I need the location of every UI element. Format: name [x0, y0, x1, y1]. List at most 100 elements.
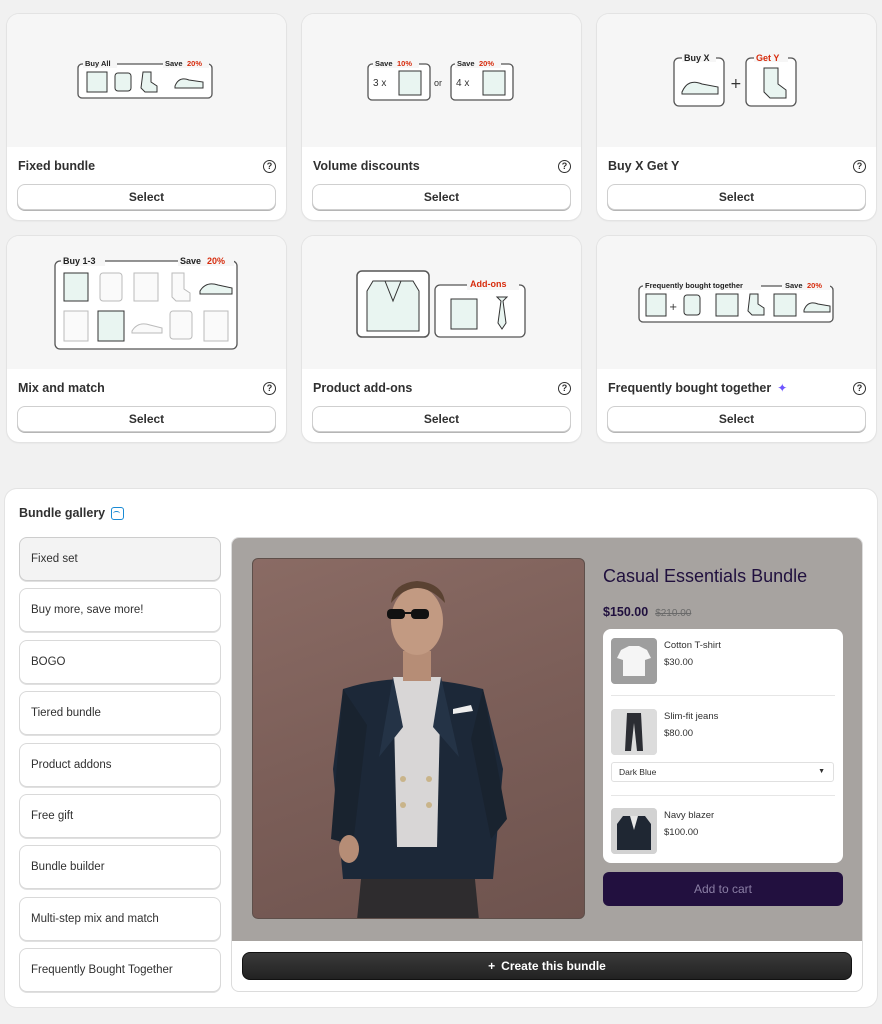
card-product-add-ons: Add-ons Product add-ons ? Select	[302, 236, 581, 442]
shirt-icon	[133, 272, 158, 301]
select-button[interactable]: Select	[17, 184, 276, 210]
quantity-label: 3 x	[373, 78, 386, 89]
help-icon[interactable]: ?	[558, 159, 571, 173]
list-item-label: Frequently Bought Together	[31, 964, 173, 977]
gallery-item-tiered-bundle[interactable]: Tiered bundle	[19, 691, 221, 736]
product-price: $30.00	[664, 657, 694, 668]
jeans-thumbnail	[611, 709, 657, 755]
product-add-ons-illustration: Add-ons	[302, 236, 581, 369]
gallery-template-list: Fixed set Buy more, save more! BOGO Tier…	[19, 537, 221, 1000]
list-item-label: Bundle builder	[31, 861, 105, 874]
gallery-item-fixed-set[interactable]: Fixed set	[19, 537, 221, 581]
select-button[interactable]: Select	[312, 184, 571, 210]
product-name: Navy blazer	[664, 810, 715, 821]
save-label: Save	[180, 256, 201, 266]
shirt-icon	[773, 293, 796, 316]
add-to-cart-button[interactable]: Add to cart	[603, 872, 843, 906]
plus-icon: +	[730, 76, 742, 92]
help-icon[interactable]: ?	[853, 159, 866, 173]
variant-select-value: Dark Blue	[619, 767, 657, 777]
shirt-icon	[482, 70, 505, 95]
card-title: Frequently bought together	[608, 381, 772, 395]
bundle-price: $150.00	[603, 605, 649, 619]
gallery-item-product-addons[interactable]: Product addons	[19, 742, 221, 787]
add-ons-label: Add-ons	[470, 279, 507, 289]
fbt-label: Frequently bought together	[645, 281, 743, 290]
save-label: Save	[785, 281, 803, 290]
product-name: Slim-fit jeans	[664, 711, 719, 722]
plus-icon: +	[669, 302, 677, 313]
model-photo	[252, 558, 585, 919]
bundle-preview-title: Casual Essentials Bundle	[603, 566, 808, 586]
fixed-bundle-illustration: Buy All Save 20%	[7, 14, 286, 147]
buy-x-label: Buy X	[684, 53, 710, 63]
list-item-label: Multi-step mix and match	[31, 912, 159, 925]
save-label: Save	[457, 59, 475, 68]
select-button[interactable]: Select	[312, 406, 571, 432]
select-button[interactable]: Select	[607, 184, 866, 210]
save-value: 20%	[187, 59, 202, 68]
shirt-icon	[398, 70, 421, 95]
card-title: Volume discounts	[313, 159, 420, 173]
save-value: 20%	[479, 59, 494, 68]
shirt-icon	[114, 72, 131, 91]
or-label: or	[434, 78, 442, 88]
bundle-preview: Casual Essentials Bundle $150.00 $210.00…	[232, 538, 862, 941]
list-item-label: Tiered bundle	[31, 707, 101, 720]
card-title: Product add-ons	[313, 381, 413, 395]
gallery-item-buy-more-save-more[interactable]: Buy more, save more!	[19, 588, 221, 633]
create-bundle-button[interactable]: + Create this bundle	[242, 952, 852, 980]
gallery-item-bundle-builder[interactable]: Bundle builder	[19, 845, 221, 890]
help-icon[interactable]: ?	[263, 381, 276, 395]
card-fixed-bundle: Buy All Save 20% Fixed bundle ? Select	[7, 14, 286, 220]
help-icon[interactable]: ?	[853, 381, 866, 395]
bundle-compare-price: $210.00	[655, 608, 692, 619]
variant-select[interactable]: Dark Blue ▼	[611, 762, 834, 782]
card-title-wrap: Frequently bought together ✦	[608, 381, 787, 395]
card-frequently-bought-together: Frequently bought together Save 20% + Fr…	[597, 236, 876, 442]
volume-discounts-graphic: Save 10% Save 20% 3 x 4 x or	[366, 57, 514, 101]
shirt-icon	[169, 310, 192, 339]
buy-x-get-y-graphic: Buy X Get Y +	[672, 51, 797, 107]
gallery-item-multi-step-mix-and-match[interactable]: Multi-step mix and match	[19, 896, 221, 941]
list-item-label: BOGO	[31, 655, 66, 668]
card-volume-discounts: Save 10% Save 20% 3 x 4 x or Volume disc…	[302, 14, 581, 220]
help-icon[interactable]: ?	[558, 381, 571, 395]
gallery-item-frequently-bought-together[interactable]: Frequently Bought Together	[19, 948, 221, 993]
sweater-icon	[715, 293, 738, 316]
fixed-bundle-graphic: Buy All Save 20%	[76, 57, 213, 99]
product-add-ons-graphic: Add-ons	[355, 269, 526, 338]
sweater-icon	[97, 310, 124, 341]
shirt-icon	[99, 272, 122, 301]
select-button[interactable]: Select	[17, 406, 276, 432]
save-value: 20%	[807, 281, 822, 290]
bundle-items-list: Cotton T-shirt $30.00 Slim-fit jeans $80…	[603, 629, 843, 863]
gallery-header: Bundle gallery	[19, 506, 125, 520]
t-shirt-thumbnail	[611, 638, 657, 684]
bundle-price-row: $150.00 $210.00	[603, 605, 691, 619]
frequently-bought-together-illustration: Frequently bought together Save 20% +	[597, 236, 876, 369]
shirt-icon	[645, 293, 666, 316]
save-label: Save	[165, 59, 183, 68]
card-title: Buy X Get Y	[608, 159, 680, 173]
mix-and-match-illustration: Buy 1-3 Save 20%	[7, 236, 286, 369]
plus-icon: +	[488, 959, 496, 973]
chevron-down-icon: ▼	[818, 768, 825, 775]
help-icon[interactable]: ?	[263, 159, 276, 173]
shirt-icon	[203, 310, 228, 341]
list-item-label: Fixed set	[31, 553, 78, 565]
card-mix-and-match: Buy 1-3 Save 20% Mix and match ? Select	[7, 236, 286, 442]
mix-and-match-graphic: Buy 1-3 Save 20%	[53, 254, 238, 350]
select-button[interactable]: Select	[607, 406, 866, 432]
divider	[611, 695, 835, 696]
shirt-icon	[63, 310, 88, 341]
gallery-item-free-gift[interactable]: Free gift	[19, 793, 221, 838]
list-item-label: Product addons	[31, 758, 112, 771]
save-value: 10%	[397, 59, 412, 68]
save-label: Save	[375, 59, 393, 68]
shirt-icon	[86, 71, 107, 92]
model-illustration	[331, 581, 507, 918]
product-price: $80.00	[664, 728, 694, 739]
gallery-image-icon	[111, 506, 125, 520]
gallery-item-bogo[interactable]: BOGO	[19, 639, 221, 684]
